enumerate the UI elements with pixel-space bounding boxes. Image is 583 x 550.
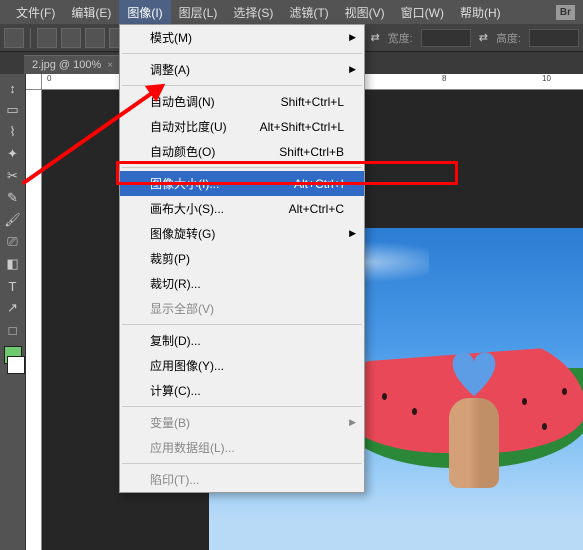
menu-variables: 变量(B)▶ [120, 410, 364, 435]
bridge-button[interactable]: Br [556, 5, 575, 20]
ruler-vertical [26, 90, 42, 550]
ruler-tick: 0 [47, 74, 51, 83]
crop-option-2[interactable] [61, 28, 81, 48]
menu-duplicate[interactable]: 复制(D)... [120, 328, 364, 353]
separator [122, 85, 362, 86]
brush-tool[interactable]: 🖌 [2, 210, 24, 230]
menu-window[interactable]: 窗口(W) [393, 0, 452, 25]
background-color[interactable] [7, 356, 25, 374]
image-menu-dropdown: 模式(M)▶ 调整(A)▶ 自动色调(N)Shift+Ctrl+L 自动对比度(… [119, 24, 365, 493]
menu-reveal-all: 显示全部(V) [120, 296, 364, 321]
swap-icon[interactable]: ⇄ [370, 31, 379, 44]
height-input[interactable] [529, 29, 579, 47]
menu-auto-tone[interactable]: 自动色调(N)Shift+Ctrl+L [120, 89, 364, 114]
path-tool[interactable]: ↗ [2, 298, 24, 318]
menu-crop[interactable]: 裁剪(P) [120, 246, 364, 271]
separator [122, 406, 362, 407]
tab-close-icon[interactable]: × [107, 60, 113, 71]
menu-apply-image[interactable]: 应用图像(Y)... [120, 353, 364, 378]
menu-edit[interactable]: 编辑(E) [63, 0, 119, 25]
height-label: 高度: [496, 30, 521, 46]
menu-help[interactable]: 帮助(H) [452, 0, 509, 25]
separator [122, 167, 362, 168]
crop-option-3[interactable] [85, 28, 105, 48]
document-tab[interactable]: 2.jpg @ 100% × [24, 55, 121, 74]
menu-layer[interactable]: 图层(L) [171, 0, 226, 25]
width-label: 宽度: [388, 30, 413, 46]
eyedropper-tool[interactable]: ✎ [2, 188, 24, 208]
menu-calculations[interactable]: 计算(C)... [120, 378, 364, 403]
tool-panel: ↕ ▭ ⌇ ✦ ✂ ✎ 🖌 ⎚ ◧ T ↗ □ [0, 74, 26, 550]
tab-title: 2.jpg @ 100% [32, 59, 101, 71]
menu-trim[interactable]: 裁切(R)... [120, 271, 364, 296]
menubar: 文件(F) 编辑(E) 图像(I) 图层(L) 选择(S) 滤镜(T) 视图(V… [0, 0, 583, 24]
move-tool[interactable]: ↕ [2, 78, 24, 98]
ruler-corner [26, 74, 42, 90]
separator [30, 28, 31, 48]
menu-canvas-size[interactable]: 画布大小(S)...Alt+Ctrl+C [120, 196, 364, 221]
menu-trap: 陷印(T)... [120, 467, 364, 492]
crop-option-1[interactable] [37, 28, 57, 48]
menu-adjustments[interactable]: 调整(A)▶ [120, 57, 364, 82]
menu-mode[interactable]: 模式(M)▶ [120, 25, 364, 50]
eraser-tool[interactable]: ◧ [2, 254, 24, 274]
lasso-tool[interactable]: ⌇ [2, 122, 24, 142]
separator [122, 53, 362, 54]
shape-tool[interactable]: □ [2, 320, 24, 340]
wand-tool[interactable]: ✦ [2, 144, 24, 164]
tool-preset-icon[interactable] [4, 28, 24, 48]
menu-image-size[interactable]: 图像大小(I)...Alt+Ctrl+I [120, 171, 364, 196]
menu-auto-contrast[interactable]: 自动对比度(U)Alt+Shift+Ctrl+L [120, 114, 364, 139]
type-tool[interactable]: T [2, 276, 24, 296]
menu-file[interactable]: 文件(F) [8, 0, 63, 25]
menu-apply-dataset: 应用数据组(L)... [120, 435, 364, 460]
menu-view[interactable]: 视图(V) [337, 0, 393, 25]
menu-filter[interactable]: 滤镜(T) [281, 0, 336, 25]
menu-auto-color[interactable]: 自动颜色(O)Shift+Ctrl+B [120, 139, 364, 164]
swap-icon-2[interactable]: ⇄ [479, 31, 488, 44]
separator [122, 324, 362, 325]
stamp-tool[interactable]: ⎚ [2, 232, 24, 252]
ruler-tick: 8 [442, 74, 446, 83]
crop-tool[interactable]: ✂ [2, 166, 24, 186]
separator [122, 463, 362, 464]
marquee-tool[interactable]: ▭ [2, 100, 24, 120]
menu-image[interactable]: 图像(I) [119, 0, 170, 25]
width-input[interactable] [421, 29, 471, 47]
ruler-tick: 10 [542, 74, 551, 83]
menu-select[interactable]: 选择(S) [225, 0, 281, 25]
menu-image-rotation[interactable]: 图像旋转(G)▶ [120, 221, 364, 246]
